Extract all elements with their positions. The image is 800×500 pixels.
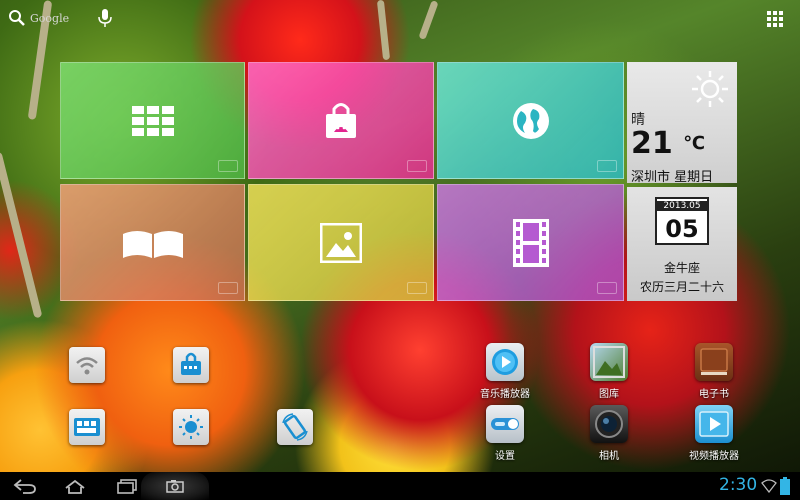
tile-resize-icon — [218, 282, 238, 294]
screenshot-icon — [166, 480, 184, 493]
recent-apps-button[interactable] — [112, 472, 142, 500]
keyboard-icon — [74, 418, 100, 436]
tile-resize-icon — [407, 282, 427, 294]
sun-icon — [692, 71, 728, 107]
rotation-toggle[interactable] — [277, 409, 313, 445]
calendar-day: 05 — [665, 215, 699, 243]
all-apps-icon[interactable] — [767, 11, 783, 27]
app-video-player[interactable]: 视频播放器 — [674, 405, 754, 462]
recent-apps-icon — [117, 479, 137, 494]
wifi-status-icon — [761, 479, 777, 493]
brightness-icon — [179, 415, 203, 439]
settings-icon — [486, 405, 524, 443]
app-ebook[interactable]: 电子书 — [674, 343, 754, 400]
tile-resize-icon — [597, 160, 617, 172]
calendar-lunar-date: 农历三月二十六 — [639, 280, 724, 294]
home-button[interactable] — [60, 472, 90, 500]
weather-widget[interactable]: 晴 21 ℃ 深圳市 星期日 — [627, 62, 737, 185]
book-icon — [122, 230, 183, 258]
music-player-icon — [486, 343, 524, 381]
weather-temperature: 21 ℃ — [631, 126, 705, 162]
picture-icon — [320, 222, 362, 263]
system-bar: 2:30 — [0, 472, 800, 500]
camera-icon — [590, 405, 628, 443]
calendar-year-month: 2013.05 — [657, 201, 707, 211]
tile-gallery[interactable] — [248, 184, 434, 301]
tile-resize-icon — [407, 160, 427, 172]
calendar-widget[interactable]: 2013.05 05 金牛座 农历三月二十六 — [627, 187, 737, 301]
brightness-toggle[interactable] — [173, 409, 209, 445]
tile-store[interactable] — [248, 62, 434, 179]
tile-reader[interactable] — [60, 184, 245, 301]
battery-icon — [780, 477, 790, 495]
lock-toggle[interactable] — [173, 347, 209, 383]
temperature-value: 21 — [631, 126, 673, 161]
rotate-icon — [282, 413, 308, 441]
wifi-toggle[interactable] — [69, 347, 105, 383]
video-player-icon — [695, 405, 733, 443]
gallery-icon — [590, 343, 628, 381]
wifi-icon — [76, 357, 98, 375]
app-label: 音乐播放器 — [480, 389, 530, 400]
screenshot-button[interactable] — [141, 472, 209, 500]
app-label: 图库 — [599, 389, 619, 400]
tile-resize-icon — [597, 282, 617, 294]
tile-browser[interactable] — [437, 62, 624, 179]
google-search-bar[interactable]: Google — [8, 8, 69, 28]
search-label: Google — [30, 11, 70, 25]
wallpaper-stem — [0, 151, 43, 319]
app-label: 设置 — [495, 451, 515, 462]
mic-icon[interactable] — [97, 8, 113, 28]
search-icon — [9, 10, 25, 26]
shopping-bag-icon — [326, 102, 356, 138]
globe-icon — [512, 102, 549, 139]
app-label: 相机 — [599, 451, 619, 462]
keyboard-toggle[interactable] — [69, 409, 105, 445]
app-settings[interactable]: 设置 — [465, 405, 545, 462]
app-gallery[interactable]: 图库 — [569, 343, 649, 400]
tile-app-grid[interactable] — [60, 62, 245, 179]
calendar-zodiac: 金牛座 — [663, 261, 700, 275]
tile-video[interactable] — [437, 184, 624, 301]
calendar-date-box: 2013.05 05 — [655, 197, 709, 245]
clock[interactable]: 2:30 — [719, 475, 757, 495]
app-music-player[interactable]: 音乐播放器 — [465, 343, 545, 400]
wallpaper-stem — [376, 0, 391, 61]
app-label: 电子书 — [699, 389, 729, 400]
back-button[interactable] — [10, 472, 40, 500]
home-icon — [65, 479, 85, 494]
temperature-unit: ℃ — [683, 133, 705, 154]
back-icon — [13, 479, 36, 494]
app-camera[interactable]: 相机 — [569, 405, 649, 462]
tile-resize-icon — [218, 160, 238, 172]
weather-location-day: 深圳市 星期日 — [631, 170, 714, 185]
grid-icon — [131, 105, 174, 136]
ebook-icon — [695, 343, 733, 381]
app-label: 视频播放器 — [689, 451, 739, 462]
wallpaper-stem — [418, 0, 439, 40]
lock-icon — [181, 352, 201, 375]
film-icon — [512, 218, 549, 267]
